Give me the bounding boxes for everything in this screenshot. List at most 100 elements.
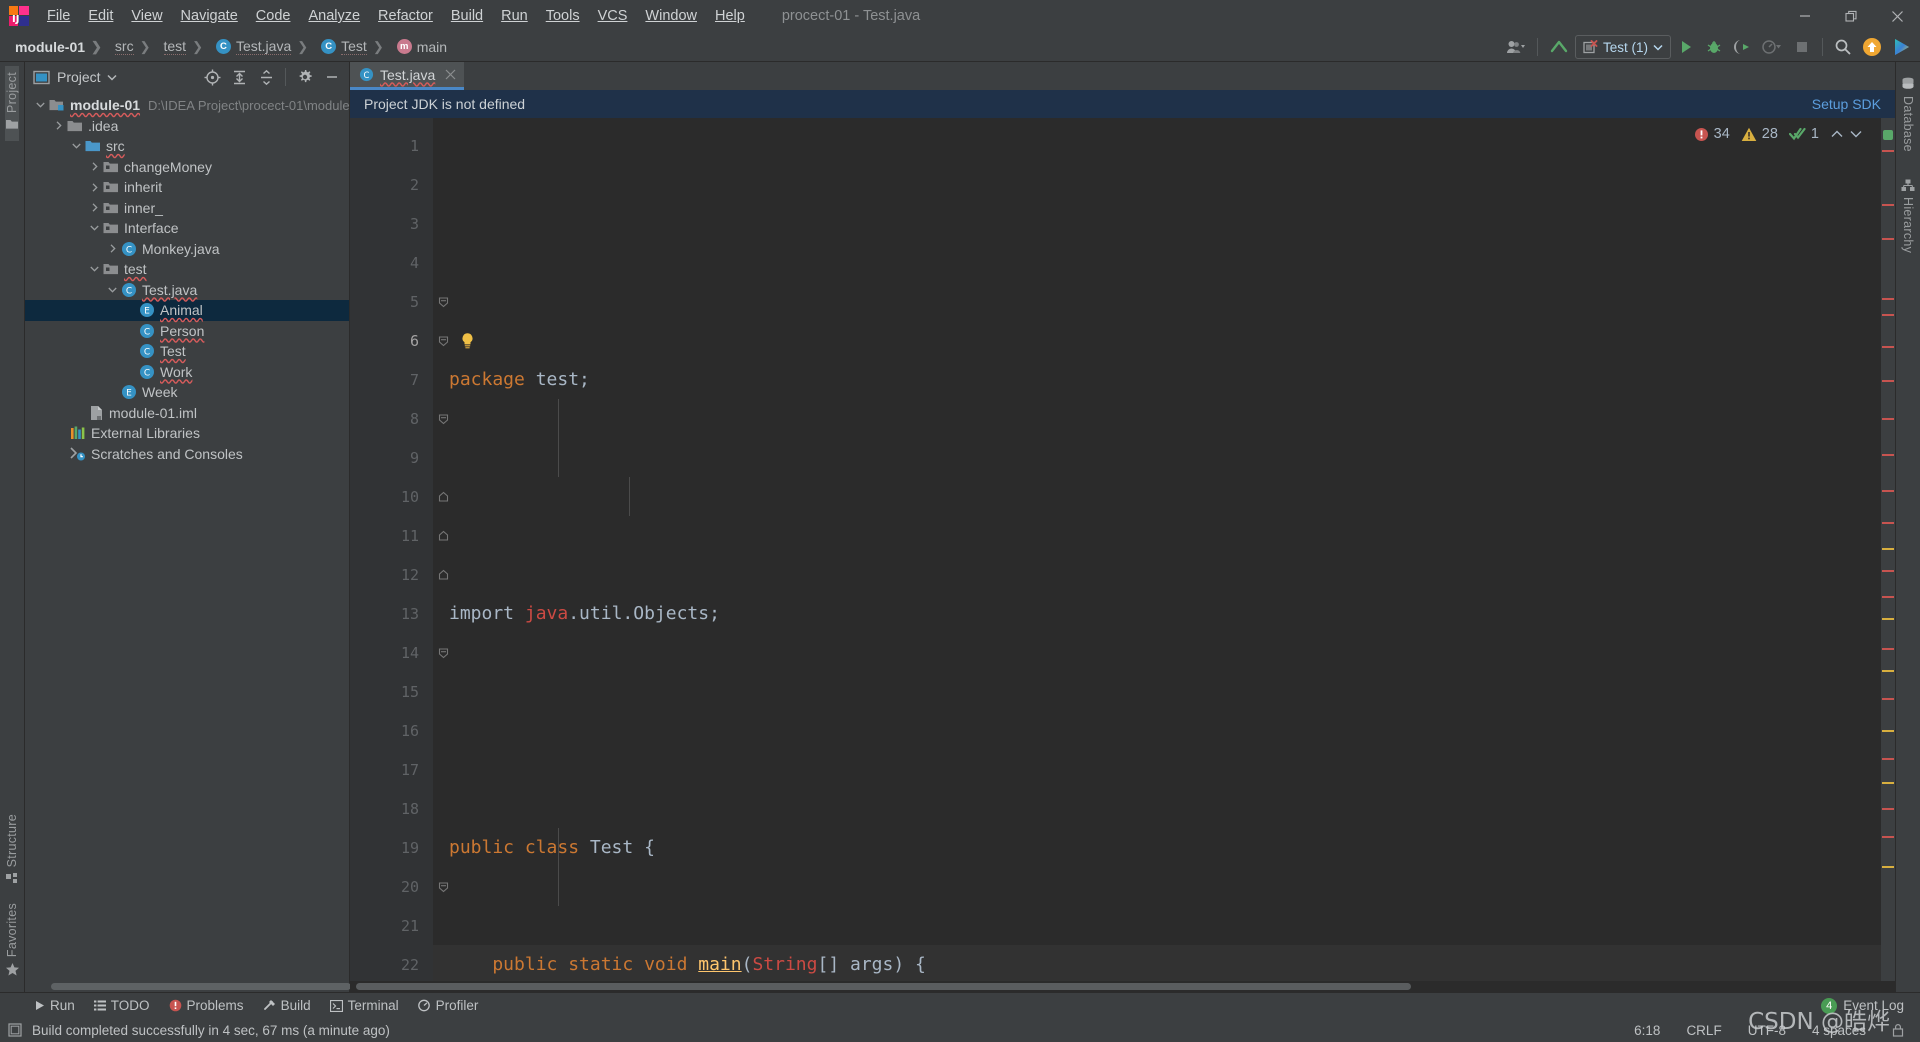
tree-item-Interface[interactable]: Interface	[25, 218, 349, 239]
maximize-button[interactable]	[1828, 0, 1874, 32]
idea-feedback-icon[interactable]	[1888, 34, 1916, 60]
bottom-item-terminal[interactable]: Terminal	[322, 996, 407, 1015]
line-separator[interactable]: CRLF	[1686, 1023, 1721, 1038]
tree-item-Week[interactable]: E Week	[25, 382, 349, 403]
menu-help[interactable]: Help	[706, 4, 754, 28]
editor-hscrollbar[interactable]	[350, 981, 1895, 992]
vcs-update-icon[interactable]	[1545, 34, 1573, 60]
breadcrumb-item-test[interactable]: test ❯	[159, 37, 211, 56]
bottom-item-build[interactable]: Build	[255, 996, 319, 1015]
setup-sdk-link[interactable]: Setup SDK	[1812, 96, 1881, 112]
bottom-item-run[interactable]: Run	[26, 996, 83, 1015]
update-available-icon[interactable]	[1858, 34, 1886, 60]
chevron-down-icon[interactable]	[34, 99, 47, 112]
tree-item-Monkey-java[interactable]: C Monkey.java	[25, 239, 349, 260]
tree-item-module-01[interactable]: module-01 D:\IDEA Project\procect-01\mod…	[25, 95, 349, 116]
run-with-coverage-button[interactable]	[1729, 34, 1755, 60]
breadcrumb-item-main[interactable]: m main	[392, 38, 452, 56]
tree-item-Animal[interactable]: E Animal	[25, 300, 349, 321]
chevron-down-icon[interactable]	[1849, 129, 1863, 139]
chevron-down-icon[interactable]	[70, 140, 83, 153]
bottom-item-profiler[interactable]: Profiler	[410, 996, 487, 1015]
profiler-button[interactable]	[1757, 34, 1787, 60]
tree-item-test[interactable]: test	[25, 259, 349, 280]
run-button[interactable]	[1673, 34, 1699, 60]
menu-file[interactable]: File	[38, 4, 79, 28]
user-icon[interactable]	[1502, 34, 1530, 60]
menu-tools[interactable]: Tools	[537, 4, 589, 28]
run-configuration-selector[interactable]: Test (1)	[1574, 35, 1671, 59]
hide-panel-icon[interactable]	[319, 64, 345, 90]
line-number: 4	[409, 253, 419, 272]
settings-gear-icon[interactable]	[292, 64, 318, 90]
tree-item-Test-java[interactable]: C Test.java	[25, 280, 349, 301]
tree-item-external-libraries[interactable]: External Libraries	[25, 423, 349, 444]
sidebar-item-project[interactable]: Project	[5, 66, 19, 142]
breadcrumb-item-src[interactable]: src ❯	[110, 37, 159, 56]
minimize-button[interactable]	[1782, 0, 1828, 32]
debug-button[interactable]	[1701, 34, 1727, 60]
tree-item-Person[interactable]: C Person	[25, 321, 349, 342]
chevron-right-icon[interactable]	[88, 160, 101, 173]
scroll-from-source-icon[interactable]	[199, 64, 225, 90]
file-encoding[interactable]: UTF-8	[1748, 1023, 1786, 1038]
tree-item-inherit[interactable]: inherit	[25, 177, 349, 198]
build-status-icon[interactable]	[8, 1023, 22, 1037]
close-icon[interactable]	[445, 69, 456, 80]
error-stripe-marker-bar[interactable]	[1881, 118, 1895, 981]
event-log-button[interactable]: 4 Event Log	[1821, 997, 1920, 1014]
tree-item-Test[interactable]: C Test	[25, 341, 349, 362]
breadcrumb-item-module[interactable]: module-01 ❯	[10, 38, 110, 56]
menu-refactor[interactable]: Refactor	[369, 4, 442, 28]
menu-edit[interactable]: Edit	[79, 4, 122, 28]
menu-vcs[interactable]: VCS	[589, 4, 637, 28]
chevron-down-icon[interactable]	[88, 222, 101, 235]
sidebar-item-favorites[interactable]: Favorites	[5, 897, 20, 988]
code-text[interactable]: package test; import java.util.Objects; …	[433, 118, 1881, 981]
menu-analyze[interactable]: Analyze	[299, 4, 369, 28]
menu-window[interactable]: Window	[636, 4, 706, 28]
sidebar-item-hierarchy[interactable]: Hierarchy	[1901, 168, 1915, 259]
project-tree[interactable]: module-01 D:\IDEA Project\procect-01\mod…	[25, 92, 349, 981]
stop-button[interactable]	[1789, 34, 1815, 60]
sidebar-item-structure[interactable]: Structure	[5, 808, 20, 896]
project-tree-hscrollbar[interactable]	[25, 981, 351, 992]
chevron-right-icon[interactable]	[88, 201, 101, 214]
hscrollbar-thumb[interactable]	[356, 983, 1411, 990]
lock-icon[interactable]	[1892, 1023, 1904, 1037]
breadcrumb-item-testjava[interactable]: C Test.java ❯	[211, 37, 316, 56]
editor-gutter[interactable]: 1 2 3 4 5 6 7 8 9 10 11 12 13 14 15 16 1…	[350, 118, 473, 981]
chevron-down-icon[interactable]	[107, 74, 117, 81]
menu-build[interactable]: Build	[442, 4, 492, 28]
collapse-all-icon[interactable]	[253, 64, 279, 90]
menu-code[interactable]: Code	[247, 4, 300, 28]
chevron-down-icon[interactable]	[88, 263, 101, 276]
chevron-right-icon[interactable]	[106, 242, 119, 255]
tree-item-idea[interactable]: .idea	[25, 116, 349, 137]
tree-item-src[interactable]: src	[25, 136, 349, 157]
menu-view[interactable]: View	[122, 4, 171, 28]
sidebar-item-database[interactable]: Database	[1901, 66, 1915, 158]
breadcrumb-item-testclass[interactable]: C Test ❯	[316, 37, 392, 56]
tree-item-Work[interactable]: C Work	[25, 362, 349, 383]
bottom-item-todo[interactable]: TODO	[86, 996, 158, 1015]
chevron-up-icon[interactable]	[1830, 129, 1844, 139]
chevron-down-icon[interactable]	[106, 283, 119, 296]
tree-item-changeMoney[interactable]: changeMoney	[25, 157, 349, 178]
expand-all-icon[interactable]	[226, 64, 252, 90]
chevron-right-icon[interactable]	[52, 119, 65, 132]
search-icon[interactable]	[1830, 34, 1856, 60]
editor-viewport[interactable]: 1 2 3 4 5 6 7 8 9 10 11 12 13 14 15 16 1…	[350, 118, 1895, 981]
inspection-widget[interactable]: 34 28 1	[1689, 124, 1867, 144]
menu-navigate[interactable]: Navigate	[172, 4, 247, 28]
tree-item-inner[interactable]: inner_	[25, 198, 349, 219]
menu-run[interactable]: Run	[492, 4, 537, 28]
close-button[interactable]	[1874, 0, 1920, 32]
indent-setting[interactable]: 4 spaces	[1812, 1023, 1866, 1038]
tree-item-module-01-iml[interactable]: module-01.iml	[25, 403, 349, 424]
bottom-item-problems[interactable]: Problems	[161, 996, 252, 1015]
caret-position[interactable]: 6:18	[1634, 1023, 1660, 1038]
editor-tab-test-java[interactable]: C Test.java	[350, 62, 465, 90]
tree-item-scratches-consoles[interactable]: Scratches and Consoles	[25, 444, 349, 465]
chevron-right-icon[interactable]	[88, 181, 101, 194]
